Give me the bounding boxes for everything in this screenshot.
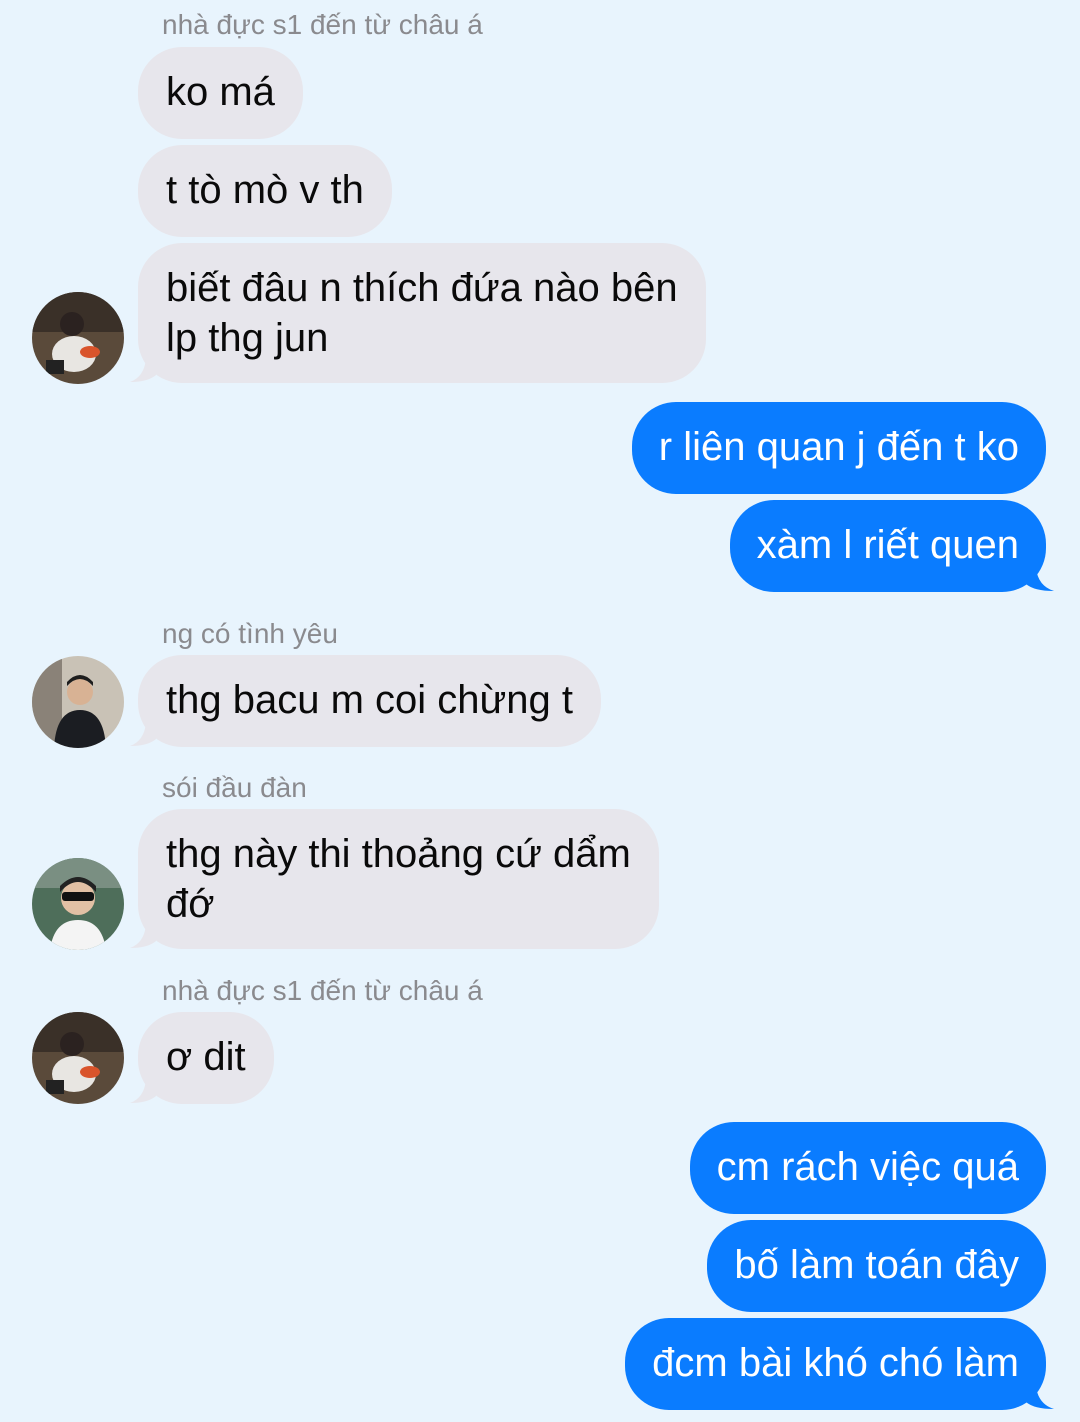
- message-text: ơ dit: [166, 1035, 246, 1079]
- incoming-message[interactable]: thg này thi thoảng cứ dẩm đớ: [138, 809, 659, 949]
- message-text: cm rách việc quá: [716, 1145, 1019, 1189]
- sender-name: nhà đực s1 đến từ châu á: [162, 9, 483, 40]
- avatar[interactable]: [32, 656, 124, 748]
- message-text: thg bacu m coi chừng t: [166, 678, 573, 722]
- incoming-message[interactable]: thg bacu m coi chừng t: [138, 655, 601, 747]
- message-thread[interactable]: nhà đực s1 đến từ châu á ko má t tò mò v…: [0, 0, 1080, 1422]
- message-text: xàm l riết quen: [756, 523, 1019, 567]
- outgoing-message[interactable]: xàm l riết quen: [729, 500, 1046, 592]
- outgoing-message[interactable]: bố làm toán đây: [707, 1220, 1046, 1312]
- outgoing-message[interactable]: cm rách việc quá: [689, 1122, 1046, 1214]
- message-text: đcm bài khó chó làm: [652, 1341, 1019, 1385]
- avatar[interactable]: [32, 292, 124, 384]
- avatar-person-eating-icon: [32, 1012, 124, 1104]
- message-text-line: lp thg jun: [166, 316, 329, 360]
- incoming-message[interactable]: t tò mò v th: [138, 145, 392, 237]
- incoming-message[interactable]: ơ dit: [138, 1012, 274, 1104]
- sender-name: sói đầu đàn: [162, 772, 307, 803]
- avatar[interactable]: [32, 858, 124, 950]
- message-text-line: biết đâu n thích đứa nào bên: [166, 266, 678, 310]
- avatar[interactable]: [32, 1012, 124, 1104]
- message-text-line: đớ: [166, 882, 215, 926]
- sender-name: ng có tình yêu: [162, 618, 338, 649]
- outgoing-message[interactable]: đcm bài khó chó làm: [625, 1318, 1046, 1410]
- message-text: ko má: [166, 70, 275, 114]
- message-text-line: thg này thi thoảng cứ dẩm: [166, 832, 631, 876]
- avatar-person-sunglasses-icon: [32, 858, 124, 950]
- incoming-message[interactable]: biết đâu n thích đứa nào bên lp thg jun: [138, 243, 706, 383]
- incoming-message[interactable]: ko má: [138, 47, 303, 139]
- outgoing-message[interactable]: r liên quan j đến t ko: [631, 402, 1046, 494]
- sender-name: nhà đực s1 đến từ châu á: [162, 975, 483, 1006]
- message-text: r liên quan j đến t ko: [658, 425, 1019, 469]
- message-text: bố làm toán đây: [734, 1243, 1019, 1287]
- message-text: t tò mò v th: [166, 168, 364, 212]
- avatar-person-black-hoodie-icon: [32, 656, 124, 748]
- avatar-person-eating-icon: [32, 292, 124, 384]
